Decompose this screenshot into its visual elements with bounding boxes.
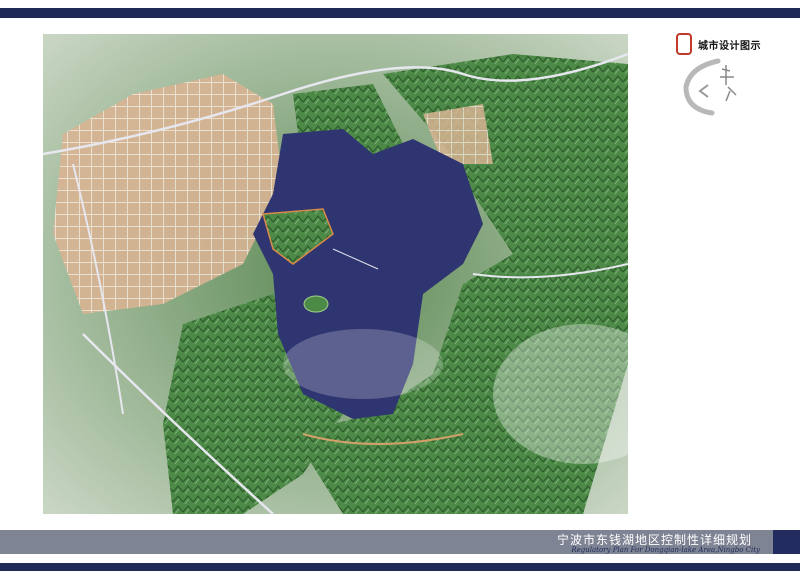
map-graphic bbox=[43, 34, 628, 514]
dongqianhu-calligraphy-logo bbox=[683, 58, 737, 116]
lake-island bbox=[303, 295, 329, 313]
lake-aerial-map[interactable] bbox=[43, 34, 628, 514]
bottom-navy-bar bbox=[0, 563, 800, 571]
footer-accent-block bbox=[773, 530, 800, 554]
page-side-title: 城市设计图示 bbox=[698, 41, 761, 52]
mist-cloud bbox=[283, 329, 443, 399]
footer-title-english: Regulatory Plan For Dongqian-lake Area,N… bbox=[571, 546, 760, 554]
red-seal-stamp bbox=[676, 33, 692, 55]
top-navy-bar bbox=[0, 8, 800, 18]
